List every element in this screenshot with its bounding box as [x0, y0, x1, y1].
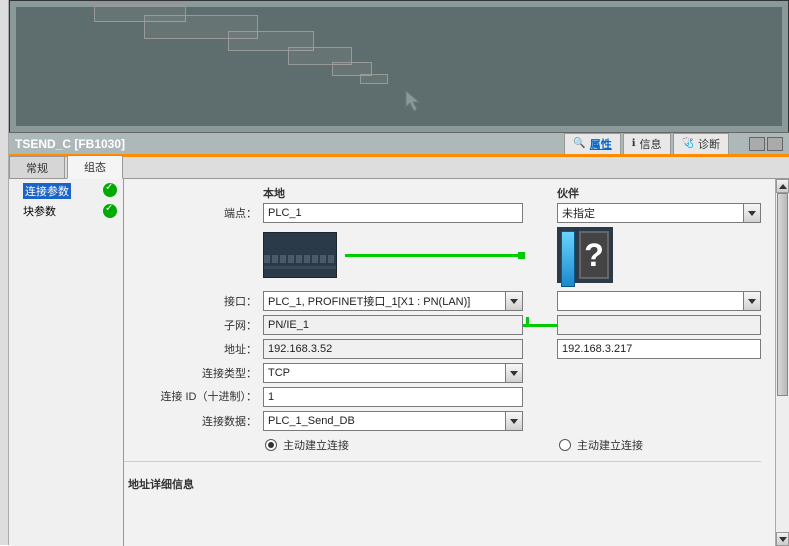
inspector-view-tabs: 🔍 属性 ℹ 信息 🩺 诊断 [564, 133, 729, 155]
check-icon [103, 204, 117, 218]
wire-subnet [523, 324, 557, 327]
conn-data-dropdown[interactable] [505, 411, 523, 431]
inspector-title: TSEND_C [FB1030] [15, 137, 125, 151]
scroll-up-button[interactable] [776, 179, 789, 193]
cursor-icon [404, 89, 424, 113]
label-endpoint: 端点： [156, 205, 263, 221]
deco-rect [360, 74, 388, 84]
endpoint-partner-input[interactable] [557, 203, 743, 223]
scroll-down-button[interactable] [776, 532, 789, 546]
inspector-body: 连接参数 块参数 本地 伙伴 端点： [9, 179, 789, 546]
address-local-field [263, 339, 523, 359]
restore-button[interactable] [767, 137, 783, 151]
interface-local-dropdown[interactable] [505, 291, 523, 311]
conn-id-input[interactable] [263, 387, 523, 407]
left-gutter [0, 0, 9, 545]
editor-canvas [9, 0, 789, 132]
unknown-icon: ? [579, 231, 609, 279]
interface-partner-select[interactable] [557, 291, 743, 311]
conn-data-select[interactable] [263, 411, 505, 431]
scroll-thumb[interactable] [777, 193, 788, 396]
label-address: 地址： [156, 341, 263, 357]
nav-tree: 连接参数 块参数 [9, 179, 124, 546]
label-interface: 接口： [156, 293, 263, 309]
wire-local [345, 254, 519, 257]
diagnostics-icon: 🩺 [682, 138, 694, 149]
form-area: 本地 伙伴 端点： [124, 179, 775, 546]
tab-general[interactable]: 常规 [9, 156, 65, 179]
partner-device-image: ? [557, 227, 613, 283]
titlebar-buttons [749, 137, 783, 151]
radio-icon [265, 439, 277, 451]
properties-icon: 🔍 [573, 138, 585, 149]
column-header-local: 本地 [263, 185, 523, 201]
radio-icon [559, 439, 571, 451]
label-subnet: 子网： [156, 317, 263, 333]
tab-configuration[interactable]: 组态 [67, 155, 123, 179]
section-address-details: 地址详细信息 [128, 468, 761, 496]
label-conn-id: 连接 ID（十进制）： [156, 391, 263, 403]
form-content: 本地 伙伴 端点： [124, 179, 775, 496]
main-tabs: 常规 组态 [9, 157, 789, 179]
interface-local-select[interactable] [263, 291, 505, 311]
scroll-track[interactable] [776, 193, 789, 532]
active-conn-local-radio[interactable]: 主动建立连接 [263, 437, 523, 453]
form-scroll: 本地 伙伴 端点： [124, 179, 775, 546]
conn-type-select[interactable] [263, 363, 505, 383]
info-icon: ℹ [632, 138, 636, 149]
label-conn-data: 连接数据： [156, 413, 263, 429]
subnet-local-field [263, 315, 523, 335]
tab-diagnostics[interactable]: 🩺 诊断 [673, 133, 729, 155]
local-device-image [263, 232, 337, 278]
interface-partner-dropdown[interactable] [743, 291, 761, 311]
tab-properties[interactable]: 🔍 属性 [564, 133, 620, 155]
tab-info[interactable]: ℹ 信息 [623, 133, 671, 155]
endpoint-local-input[interactable] [263, 203, 523, 223]
endpoint-partner-dropdown[interactable] [743, 203, 761, 223]
conn-type-dropdown[interactable] [505, 363, 523, 383]
inspector-title-bar: TSEND_C [FB1030] 🔍 属性 ℹ 信息 🩺 诊断 [9, 132, 789, 154]
tree-item-block-params[interactable]: 块参数 [9, 201, 123, 221]
tree-item-connection-params[interactable]: 连接参数 [9, 181, 123, 201]
address-partner-input[interactable] [557, 339, 761, 359]
column-header-partner: 伙伴 [557, 185, 761, 201]
vertical-scrollbar[interactable] [775, 179, 789, 546]
minimize-button[interactable] [749, 137, 765, 151]
canvas-inner [10, 1, 788, 132]
check-icon [103, 183, 117, 197]
active-conn-partner-radio[interactable]: 主动建立连接 [557, 437, 761, 453]
subnet-partner-field [557, 315, 761, 335]
label-conn-type: 连接类型： [156, 365, 263, 381]
